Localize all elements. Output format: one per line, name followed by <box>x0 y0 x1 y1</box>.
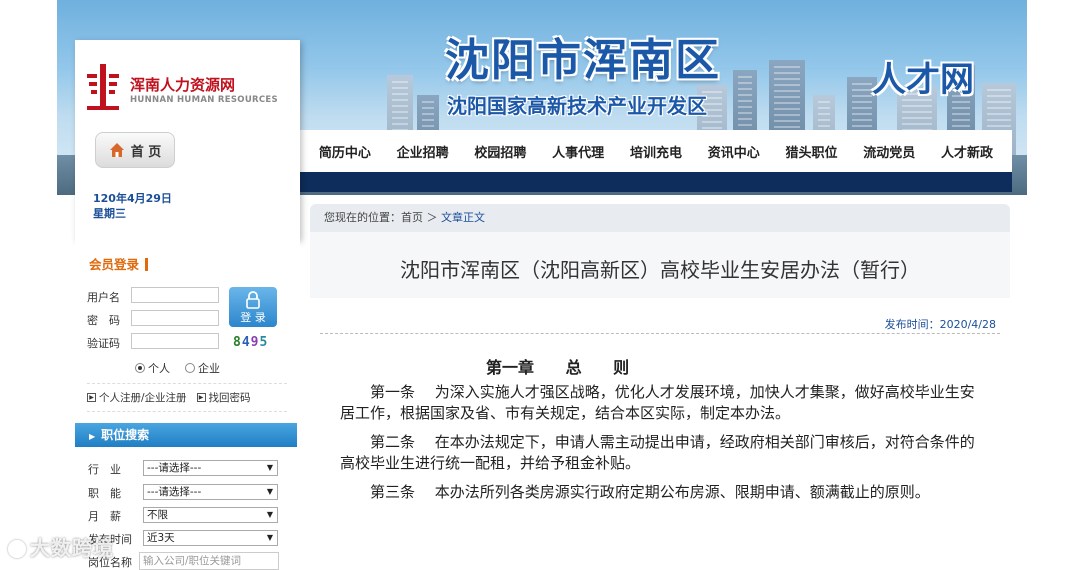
radio-personal-dot[interactable] <box>135 363 145 373</box>
nav-item-company-recruit[interactable]: 企业招聘 <box>397 142 449 161</box>
captcha-digit: 5 <box>259 335 269 350</box>
watermark-text: 大数跨境 <box>30 536 114 560</box>
article-body: 第一条 为深入实施人才强区战略，优化人才发展环境，加快人才集聚，做好高校毕业生安… <box>340 382 976 511</box>
left-sidebar: 会员登录 用户名 密 码 验证码 登 录 8495 个人 企业 ▶ 个人注册/企… <box>75 240 300 570</box>
watermark-logo-icon <box>8 540 26 558</box>
district-title: 沈阳市浑南区 <box>445 35 721 86</box>
talent-net-title: 人才网 <box>872 60 974 100</box>
logo-panel: 浑南人力资源网 HUNNAN HUMAN RESOURCES 首 页 120年4… <box>75 40 300 240</box>
nav-strip <box>300 172 1012 192</box>
username-field[interactable] <box>131 287 219 303</box>
nav-item-resume-center[interactable]: 简历中心 <box>319 142 371 161</box>
nav-item-floating-party-members[interactable]: 流动党员 <box>863 142 915 161</box>
register-link[interactable]: ▶ 个人注册/企业注册 <box>87 390 187 405</box>
salary-select-value: 不限 <box>147 509 168 521</box>
industry-select-value: ---请选择--- <box>147 462 202 474</box>
member-login-title-text: 会员登录 <box>89 257 140 272</box>
industry-label: 行 业 <box>88 463 121 476</box>
captcha-field[interactable] <box>131 333 219 349</box>
dropdown-arrow-icon: ▼ <box>266 463 273 472</box>
watermark: 大数跨境 <box>8 532 114 561</box>
username-label: 用户名 <box>87 291 120 304</box>
password-label: 密 码 <box>87 314 120 327</box>
register-link-label: 个人注册/企业注册 <box>99 392 187 404</box>
radio-personal-label: 个人 <box>148 362 170 375</box>
home-button-label: 首 页 <box>130 144 162 160</box>
current-weekday: 星期三 <box>93 207 126 220</box>
current-date: 120年4月29日 <box>93 192 172 205</box>
logo-english-text: HUNNAN HUMAN RESOURCES <box>130 95 278 105</box>
publish-time-select-value: 近3天 <box>147 532 175 544</box>
title-accent-bar <box>145 258 149 271</box>
main-nav: 简历中心 企业招聘 校园招聘 人事代理 培训充电 资讯中心 猎头职位 流动党员 … <box>300 130 1012 172</box>
function-label: 职 能 <box>88 487 121 500</box>
radio-company-dot[interactable] <box>185 363 195 373</box>
function-select[interactable]: ---请选择--- ▼ <box>143 484 278 500</box>
function-select-value: ---请选择--- <box>147 486 202 498</box>
radio-personal[interactable]: 个人 <box>135 360 170 376</box>
triangle-right-icon: ▶ <box>89 432 96 441</box>
breadcrumb: 您现在的位置：首页 ＞ 文章正文 <box>310 204 1010 232</box>
captcha-digit: 4 <box>241 335 251 350</box>
article-title: 沈阳市浑南区（沈阳高新区）高校毕业生安居办法（暂行） <box>400 258 920 282</box>
divider <box>320 333 1000 334</box>
captcha-digit: 8 <box>233 335 242 350</box>
keyword-input[interactable]: 输入公司/职位关键词 <box>139 552 279 570</box>
password-field[interactable] <box>131 310 219 326</box>
nav-item-training[interactable]: 培训充电 <box>630 142 682 161</box>
radio-company-label: 企业 <box>198 362 220 375</box>
article-paragraph: 第三条 本办法所列各类房源实行政府定期公布房源、限期申请、额满截止的原则。 <box>370 483 930 501</box>
register-links-row: ▶ 个人注册/企业注册 ▶ 找回密码 <box>87 383 287 412</box>
salary-label: 月 薪 <box>88 510 121 523</box>
chapter-heading: 第一章 总 则 <box>486 358 630 377</box>
home-button[interactable]: 首 页 <box>95 132 175 168</box>
lock-icon <box>246 291 260 309</box>
arrow-right-icon: ▶ <box>196 393 206 402</box>
nav-item-news-center[interactable]: 资讯中心 <box>708 142 760 161</box>
home-icon <box>109 143 124 157</box>
dropdown-arrow-icon: ▼ <box>266 533 273 542</box>
recover-password-label: 找回密码 <box>208 392 251 404</box>
recover-password-link[interactable]: ▶ 找回密码 <box>196 390 251 405</box>
dropdown-arrow-icon: ▼ <box>266 510 273 519</box>
breadcrumb-current[interactable]: 文章正文 <box>441 211 485 224</box>
arrow-right-icon: ▶ <box>87 393 96 402</box>
nav-item-talent-policy[interactable]: 人才新政 <box>941 142 993 161</box>
job-search-title: 职位搜索 <box>101 428 150 442</box>
captcha-label: 验证码 <box>87 337 120 350</box>
article-paragraph: 第二条 在本办法规定下，申请人需主动提出申请，经政府相关部门审核后，对符合条件的… <box>340 433 975 472</box>
nav-item-hr-agency[interactable]: 人事代理 <box>552 142 604 161</box>
salary-select[interactable]: 不限 ▼ <box>143 507 278 523</box>
nav-item-campus-recruit[interactable]: 校园招聘 <box>474 142 526 161</box>
captcha-image[interactable]: 8495 <box>233 335 268 350</box>
article-paragraph: 第一条 为深入实施人才强区战略，优化人才发展环境，加快人才集聚，做好高校毕业生安… <box>340 383 975 422</box>
publish-time: 发布时间：2020/4/28 <box>884 318 996 331</box>
breadcrumb-prefix: 您现在的位置：首页 ＞ <box>324 211 441 224</box>
job-search-header: ▶ 职位搜索 <box>75 423 297 447</box>
login-button[interactable]: 登 录 <box>229 287 277 327</box>
login-button-label: 登 录 <box>240 311 266 324</box>
logo-text: 浑南人力资源网 <box>130 76 236 94</box>
publish-time-select[interactable]: 近3天 ▼ <box>143 530 278 546</box>
nav-item-headhunter-jobs[interactable]: 猎头职位 <box>785 142 837 161</box>
industry-select[interactable]: ---请选择--- ▼ <box>143 460 278 476</box>
radio-company[interactable]: 企业 <box>185 360 220 376</box>
district-subtitle: 沈阳国家高新技术产业开发区 <box>447 94 707 118</box>
article-title-band: 沈阳市浑南区（沈阳高新区）高校毕业生安居办法（暂行） <box>310 232 1010 298</box>
member-login-title: 会员登录 <box>89 254 149 273</box>
logo-icon[interactable] <box>85 62 121 112</box>
dropdown-arrow-icon: ▼ <box>266 487 273 496</box>
